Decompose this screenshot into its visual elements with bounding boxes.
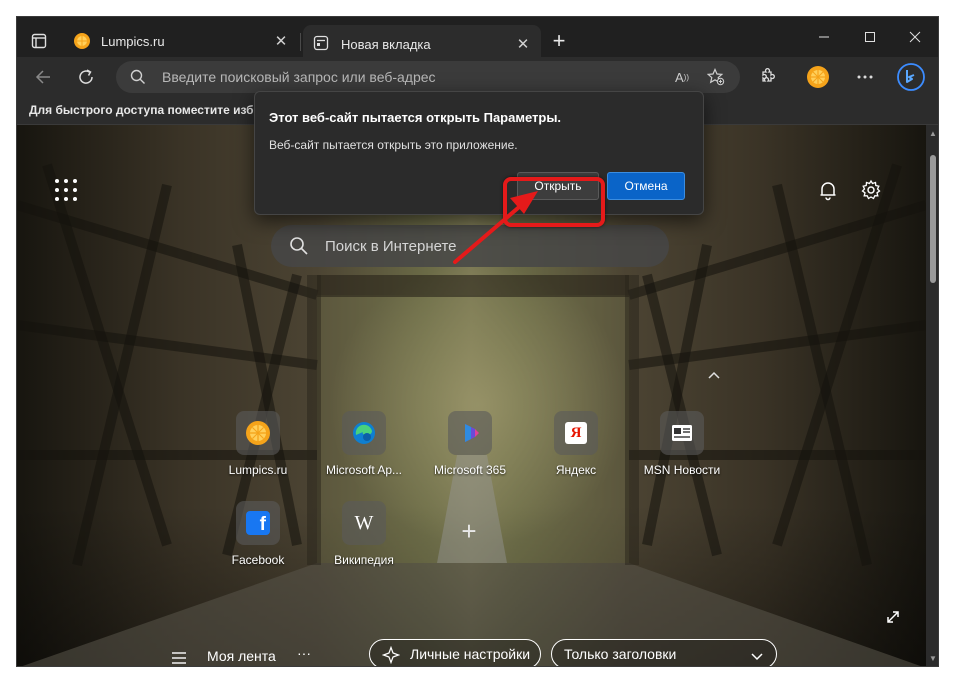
tab-title: Lumpics.ru (101, 33, 165, 49)
quick-link-label: Википедия (334, 553, 394, 567)
quick-link-yandex[interactable]: Я Яндекс (531, 411, 621, 483)
tab-title: Новая вкладка (341, 36, 431, 52)
profile-avatar-icon[interactable] (804, 63, 832, 91)
expand-fullscreen-icon[interactable] (885, 609, 903, 627)
close-tab-icon[interactable]: ✕ (273, 33, 289, 50)
close-window-icon[interactable] (895, 23, 935, 51)
lumpics-orange-icon (236, 411, 280, 455)
dialog-message: Веб-сайт пытается открыть это приложение… (269, 138, 518, 152)
quick-link-facebook[interactable]: f Facebook (213, 501, 303, 573)
quick-link-label: MSN Новости (643, 463, 721, 477)
tab-divider (300, 33, 301, 51)
quick-link-label: Facebook (231, 553, 285, 567)
bing-copilot-icon[interactable] (895, 61, 927, 93)
new-tab-button[interactable]: + (547, 28, 571, 53)
quick-link-label: Яндекс (555, 463, 597, 477)
quick-link-microsoft-365[interactable]: Microsoft 365 (425, 411, 515, 483)
favorites-bar-hint: Для быстрого доступа поместите избра (29, 103, 268, 117)
quick-link-label: Microsoft 365 (433, 463, 507, 477)
address-input[interactable] (162, 67, 662, 87)
edge-icon (342, 411, 386, 455)
sparkle-icon (381, 645, 401, 666)
tab-my-feed[interactable]: Моя лента (207, 648, 276, 664)
chevron-up-icon[interactable] (707, 367, 723, 383)
close-tab-icon[interactable]: ✕ (515, 36, 531, 53)
browser-window: Lumpics.ru ✕ Новая вкладка ✕ + Введите п… (16, 16, 939, 667)
quick-link-label: Microsoft Ap... (325, 463, 403, 477)
web-search-box[interactable] (271, 225, 669, 267)
chevron-down-icon (750, 648, 764, 664)
search-icon (130, 69, 146, 90)
quick-link-microsoft-apps[interactable]: Microsoft Ap... (319, 411, 409, 483)
personal-settings-label: Личные настройки (410, 646, 531, 662)
microsoft-365-icon (448, 411, 492, 455)
msn-news-icon (660, 411, 704, 455)
open-app-dialog: Этот веб-сайт пытается открыть Параметры… (254, 91, 704, 215)
tab-lumpics[interactable]: Lumpics.ru ✕ (63, 25, 299, 57)
scrollbar-thumb[interactable] (930, 155, 936, 283)
bell-icon[interactable] (817, 179, 841, 203)
dialog-title: Этот веб-сайт пытается открыть Параметры… (269, 110, 562, 125)
add-quick-link-icon[interactable]: + (457, 518, 481, 544)
address-bar[interactable]: A)) (116, 61, 740, 93)
feed-bar: Моя лента ··· Личные настройки Только за… (17, 635, 926, 666)
apps-grid-icon[interactable] (55, 179, 79, 203)
personal-settings-button[interactable]: Личные настройки (369, 639, 541, 666)
extensions-icon[interactable] (753, 63, 781, 91)
add-favorite-icon[interactable] (706, 67, 726, 87)
read-aloud-icon[interactable]: A)) (672, 67, 692, 87)
headlines-only-label: Только заголовки (564, 646, 677, 662)
quick-link-lumpics[interactable]: Lumpics.ru (213, 411, 303, 483)
scroll-up-icon[interactable]: ▲ (928, 129, 938, 139)
minimize-icon[interactable] (804, 23, 844, 51)
feed-more-button[interactable]: ··· (297, 645, 311, 661)
search-icon (289, 236, 309, 261)
web-search-input[interactable] (325, 236, 645, 256)
headlines-only-dropdown[interactable]: Только заголовки (551, 639, 777, 666)
maximize-icon[interactable] (850, 23, 890, 51)
new-tab-page-icon (313, 35, 331, 53)
yandex-icon: Я (554, 411, 598, 455)
hamburger-menu-icon[interactable] (172, 651, 188, 664)
more-menu-icon[interactable] (851, 63, 879, 91)
quick-link-label: Lumpics.ru (228, 463, 288, 477)
quick-link-wikipedia[interactable]: W Википедия (319, 501, 409, 573)
quick-link-msn-news[interactable]: MSN Новости (637, 411, 727, 483)
facebook-icon: f (236, 501, 280, 545)
page-scrollbar[interactable]: ▲ ▼ (926, 125, 938, 666)
wikipedia-icon: W (342, 501, 386, 545)
cancel-button[interactable]: Отмена (607, 172, 685, 200)
refresh-icon[interactable] (72, 63, 100, 91)
tab-actions-icon[interactable] (25, 27, 53, 55)
lumpics-orange-icon (73, 32, 91, 50)
annotation-highlight-box (503, 177, 605, 227)
gear-icon[interactable] (860, 179, 884, 203)
scroll-down-icon[interactable]: ▼ (928, 654, 938, 664)
back-icon[interactable] (29, 63, 57, 91)
